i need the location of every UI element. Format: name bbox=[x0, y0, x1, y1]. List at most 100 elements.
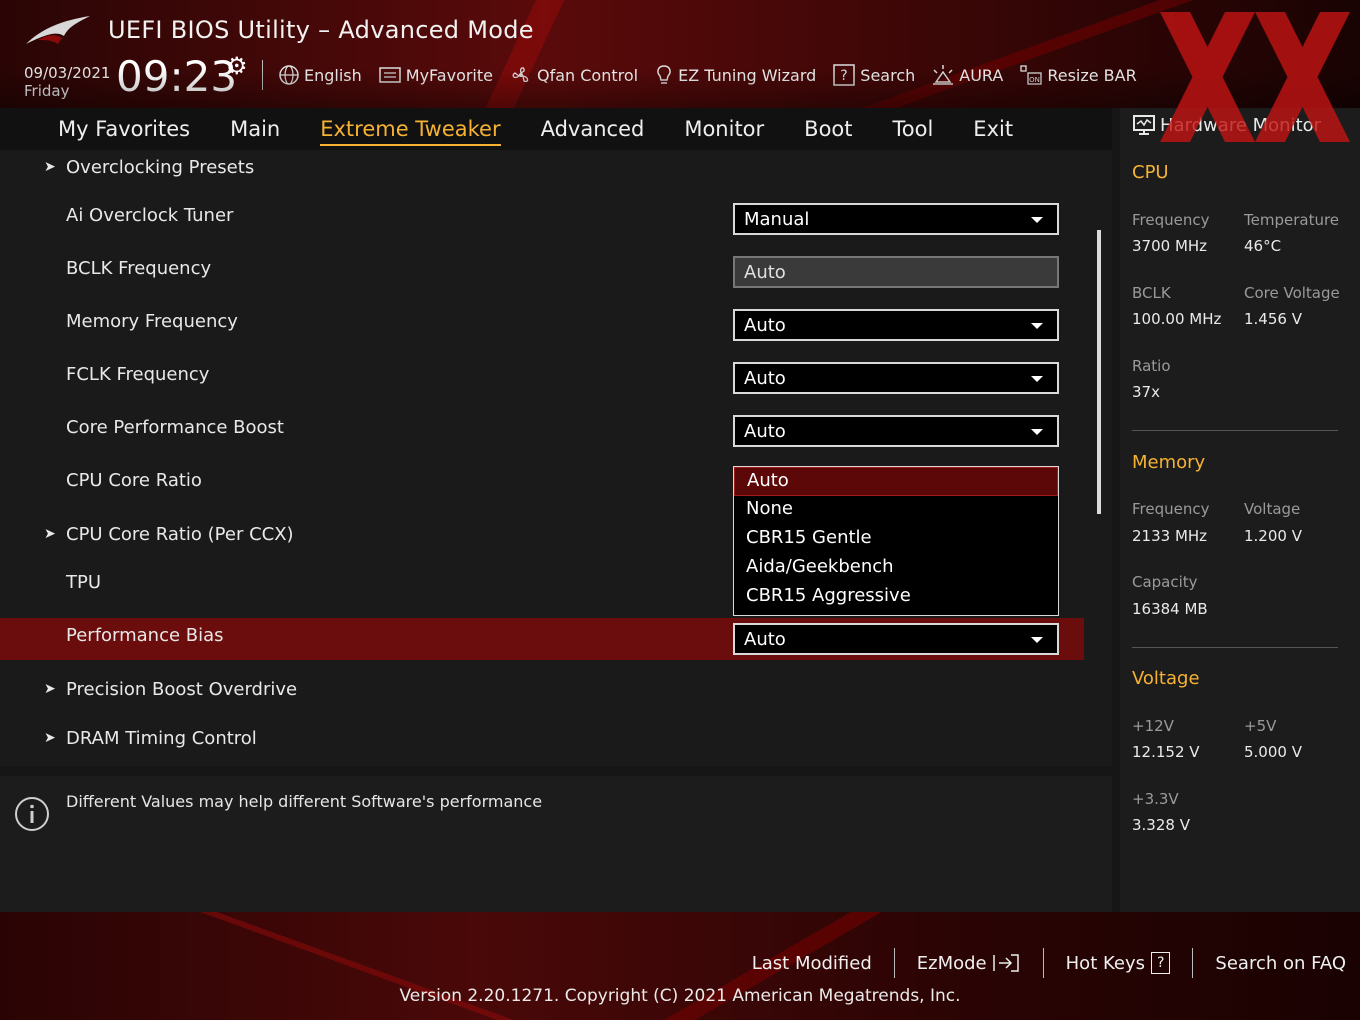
tab-exit[interactable]: Exit bbox=[953, 117, 1033, 141]
top-toolbar: English MyFavorite Qfan Control EZ Tunin… bbox=[278, 60, 1153, 90]
hot-keys-button[interactable]: Hot Keys ? bbox=[1044, 952, 1193, 974]
chevron-down-icon bbox=[1031, 217, 1043, 223]
aura-button[interactable]: AURA bbox=[931, 64, 1003, 86]
clock-settings-gear-icon[interactable]: ⚙ bbox=[226, 52, 248, 80]
search-button[interactable]: ? Search bbox=[832, 64, 915, 86]
globe-icon bbox=[279, 65, 299, 85]
voltage-section-heading: Voltage bbox=[1132, 668, 1200, 689]
submenu-arrow-icon: ➤ bbox=[44, 526, 56, 542]
setting-row-overclocking-presets[interactable]: ➤ Overclocking Presets bbox=[0, 150, 1084, 192]
monitor-icon bbox=[1133, 115, 1155, 135]
footer-links: Last Modified EzMode Hot Keys ? Search o… bbox=[730, 948, 1346, 978]
dropdown-option-auto[interactable]: Auto bbox=[734, 467, 1058, 496]
chevron-down-icon bbox=[1031, 637, 1043, 643]
cpu-section-heading: CPU bbox=[1132, 162, 1169, 183]
input-value: Auto bbox=[744, 262, 786, 283]
v5-value: 5.000 V bbox=[1244, 743, 1302, 761]
svg-text:ON: ON bbox=[1029, 76, 1040, 84]
memory-capacity-value: 16384 MB bbox=[1132, 600, 1208, 618]
submenu-arrow-icon: ➤ bbox=[44, 159, 56, 175]
language-label: English bbox=[304, 65, 362, 85]
setting-row-ai-overclock-tuner[interactable]: Ai Overclock Tuner Manual bbox=[0, 198, 1084, 240]
aura-label: AURA bbox=[959, 65, 1004, 85]
v5-label: +5V bbox=[1244, 717, 1277, 735]
performance-bias-dropdown[interactable]: Auto bbox=[733, 623, 1059, 655]
day-text: Friday bbox=[24, 82, 70, 100]
dropdown-value: Auto bbox=[744, 629, 786, 650]
tab-advanced[interactable]: Advanced bbox=[521, 117, 665, 141]
hardware-monitor-title: Hardware Monitor bbox=[1132, 114, 1321, 136]
favorite-list-icon bbox=[379, 67, 401, 83]
exit-to-ezmode-icon bbox=[992, 954, 1019, 972]
app-title: UEFI BIOS Utility – Advanced Mode bbox=[108, 16, 534, 44]
v12-value: 12.152 V bbox=[1132, 743, 1200, 761]
resize-bar-button[interactable]: ON Resize BAR bbox=[1019, 64, 1137, 86]
core-voltage-value: 1.456 V bbox=[1244, 310, 1302, 328]
ez-tuning-wizard-button[interactable]: EZ Tuning Wizard bbox=[654, 64, 816, 86]
language-button[interactable]: English bbox=[278, 64, 362, 86]
tab-monitor[interactable]: Monitor bbox=[664, 117, 784, 141]
setting-label: BCLK Frequency bbox=[66, 258, 212, 279]
setting-label: Memory Frequency bbox=[66, 311, 238, 332]
tab-my-favorites[interactable]: My Favorites bbox=[38, 117, 210, 141]
setting-label: Performance Bias bbox=[66, 625, 224, 646]
core-performance-boost-dropdown[interactable]: Auto bbox=[733, 415, 1059, 447]
header-divider bbox=[262, 60, 263, 90]
myfavorite-button[interactable]: MyFavorite bbox=[378, 65, 493, 85]
ez-tuning-wizard-label: EZ Tuning Wizard bbox=[678, 65, 817, 85]
setting-row-fclk-frequency[interactable]: FCLK Frequency Auto bbox=[0, 357, 1084, 399]
clock-time: 09:23 bbox=[116, 52, 238, 101]
lightbulb-icon bbox=[657, 65, 671, 84]
rog-logo-icon bbox=[26, 16, 90, 44]
dropdown-option-cbr15-gentle[interactable]: CBR15 Gentle bbox=[734, 525, 1058, 554]
dropdown-option-none[interactable]: None bbox=[734, 496, 1058, 525]
chevron-down-icon bbox=[1031, 376, 1043, 382]
setting-label: Overclocking Presets bbox=[66, 157, 255, 178]
setting-row-dram-timing-control[interactable]: ➤ DRAM Timing Control bbox=[0, 721, 1084, 763]
performance-bias-options-list: Auto None CBR15 Gentle Aida/Geekbench CB… bbox=[733, 466, 1059, 616]
version-copyright: Version 2.20.1271. Copyright (C) 2021 Am… bbox=[399, 986, 961, 1006]
last-modified-button[interactable]: Last Modified bbox=[730, 953, 894, 974]
chevron-down-icon bbox=[1031, 323, 1043, 329]
tab-boot[interactable]: Boot bbox=[784, 117, 872, 141]
memory-frequency-dropdown[interactable]: Auto bbox=[733, 309, 1059, 341]
setting-row-performance-bias[interactable]: Performance Bias Auto bbox=[0, 618, 1084, 660]
bclk-frequency-input[interactable]: Auto bbox=[733, 256, 1059, 288]
bclk-value: 100.00 MHz bbox=[1132, 310, 1222, 328]
settings-scrollbar[interactable] bbox=[1097, 230, 1101, 514]
dropdown-option-cbr15-aggressive[interactable]: CBR15 Aggressive bbox=[734, 583, 1058, 612]
search-on-faq-button[interactable]: Search on FAQ bbox=[1193, 953, 1346, 974]
info-icon bbox=[15, 797, 49, 831]
fclk-frequency-dropdown[interactable]: Auto bbox=[733, 362, 1059, 394]
setting-label: FCLK Frequency bbox=[66, 364, 210, 385]
resize-bar-icon: ON bbox=[1020, 65, 1042, 85]
setting-row-core-performance-boost[interactable]: Core Performance Boost Auto bbox=[0, 410, 1084, 452]
resize-bar-label: Resize BAR bbox=[1047, 65, 1137, 85]
svg-text:?: ? bbox=[841, 68, 848, 84]
dropdown-value: Auto bbox=[744, 368, 786, 389]
v12-label: +12V bbox=[1132, 717, 1174, 735]
help-box-icon: ? bbox=[1150, 952, 1171, 974]
setting-row-precision-boost-overdrive[interactable]: ➤ Precision Boost Overdrive bbox=[0, 672, 1084, 714]
hot-keys-label: Hot Keys bbox=[1065, 952, 1145, 974]
search-label: Search bbox=[860, 65, 916, 85]
qfan-control-button[interactable]: Qfan Control bbox=[509, 64, 638, 86]
ezmode-button[interactable]: EzMode bbox=[895, 952, 1043, 974]
tab-tool[interactable]: Tool bbox=[873, 117, 954, 141]
setting-row-bclk-frequency[interactable]: BCLK Frequency Auto bbox=[0, 251, 1084, 293]
tab-extreme-tweaker[interactable]: Extreme Tweaker bbox=[300, 117, 520, 146]
tab-main[interactable]: Main bbox=[210, 117, 300, 141]
aura-light-icon bbox=[933, 65, 954, 85]
setting-label: TPU bbox=[66, 572, 102, 593]
ezmode-label: EzMode bbox=[916, 952, 987, 974]
bclk-label: BCLK bbox=[1132, 284, 1171, 302]
hardware-monitor-panel: Hardware Monitor CPU Frequency 3700 MHz … bbox=[1120, 108, 1360, 912]
chevron-down-icon bbox=[1031, 429, 1043, 435]
memory-voltage-label: Voltage bbox=[1244, 500, 1301, 518]
ai-overclock-tuner-dropdown[interactable]: Manual bbox=[733, 203, 1059, 235]
ratio-value: 37x bbox=[1132, 383, 1160, 401]
dropdown-option-aida-geekbench[interactable]: Aida/Geekbench bbox=[734, 554, 1058, 583]
section-divider bbox=[1132, 647, 1338, 648]
setting-row-memory-frequency[interactable]: Memory Frequency Auto bbox=[0, 304, 1084, 346]
ratio-label: Ratio bbox=[1132, 357, 1171, 375]
